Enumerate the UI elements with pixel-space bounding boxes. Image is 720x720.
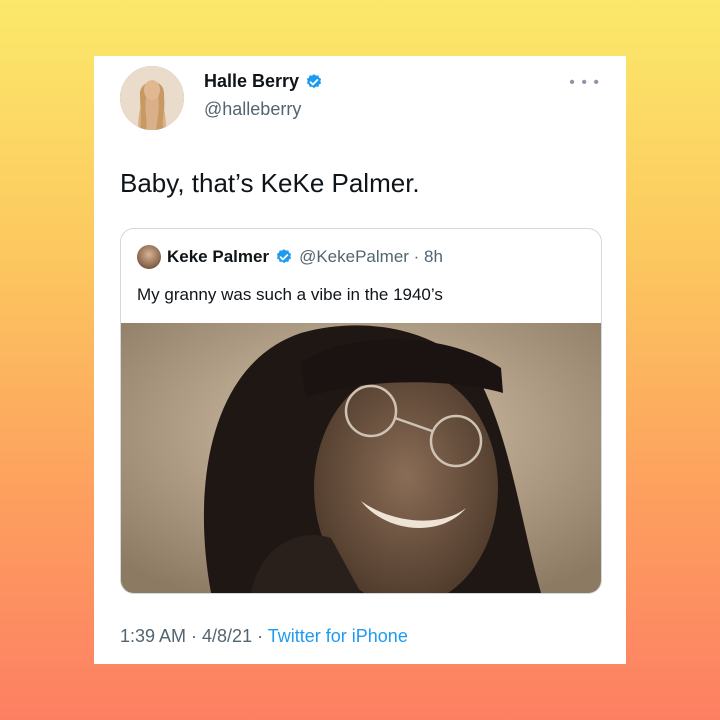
tweet-source-link[interactable]: Twitter for iPhone bbox=[268, 626, 408, 646]
verified-badge-icon bbox=[306, 73, 322, 88]
tweet-text: Baby, that’s KeKe Palmer. bbox=[120, 168, 420, 198]
tweet-timestamp[interactable]: 1:39 AM · 4/8/21 · bbox=[120, 626, 268, 646]
verified-badge-icon bbox=[276, 249, 292, 264]
quoted-tweet-photo[interactable] bbox=[121, 323, 601, 593]
tweet-card: Halle Berry @halleberry • • • Baby, that… bbox=[94, 56, 626, 664]
tweet-footer: 1:39 AM · 4/8/21 · Twitter for iPhone bbox=[120, 626, 408, 647]
quoted-author-name: Keke Palmer bbox=[167, 247, 270, 266]
quoted-tweet-text: My granny was such a vibe in the 1940’s bbox=[137, 285, 443, 304]
quoted-author-meta: @KekePalmer · 8h bbox=[299, 247, 443, 266]
quoted-author-avatar bbox=[137, 245, 161, 269]
quoted-tweet[interactable]: Keke Palmer @KekePalmer · 8h My granny w… bbox=[120, 228, 602, 594]
author-avatar[interactable] bbox=[120, 66, 184, 130]
author-handle[interactable]: @halleberry bbox=[204, 99, 301, 120]
author-name[interactable]: Halle Berry bbox=[204, 71, 299, 92]
ellipsis-icon[interactable]: • • • bbox=[569, 74, 600, 92]
